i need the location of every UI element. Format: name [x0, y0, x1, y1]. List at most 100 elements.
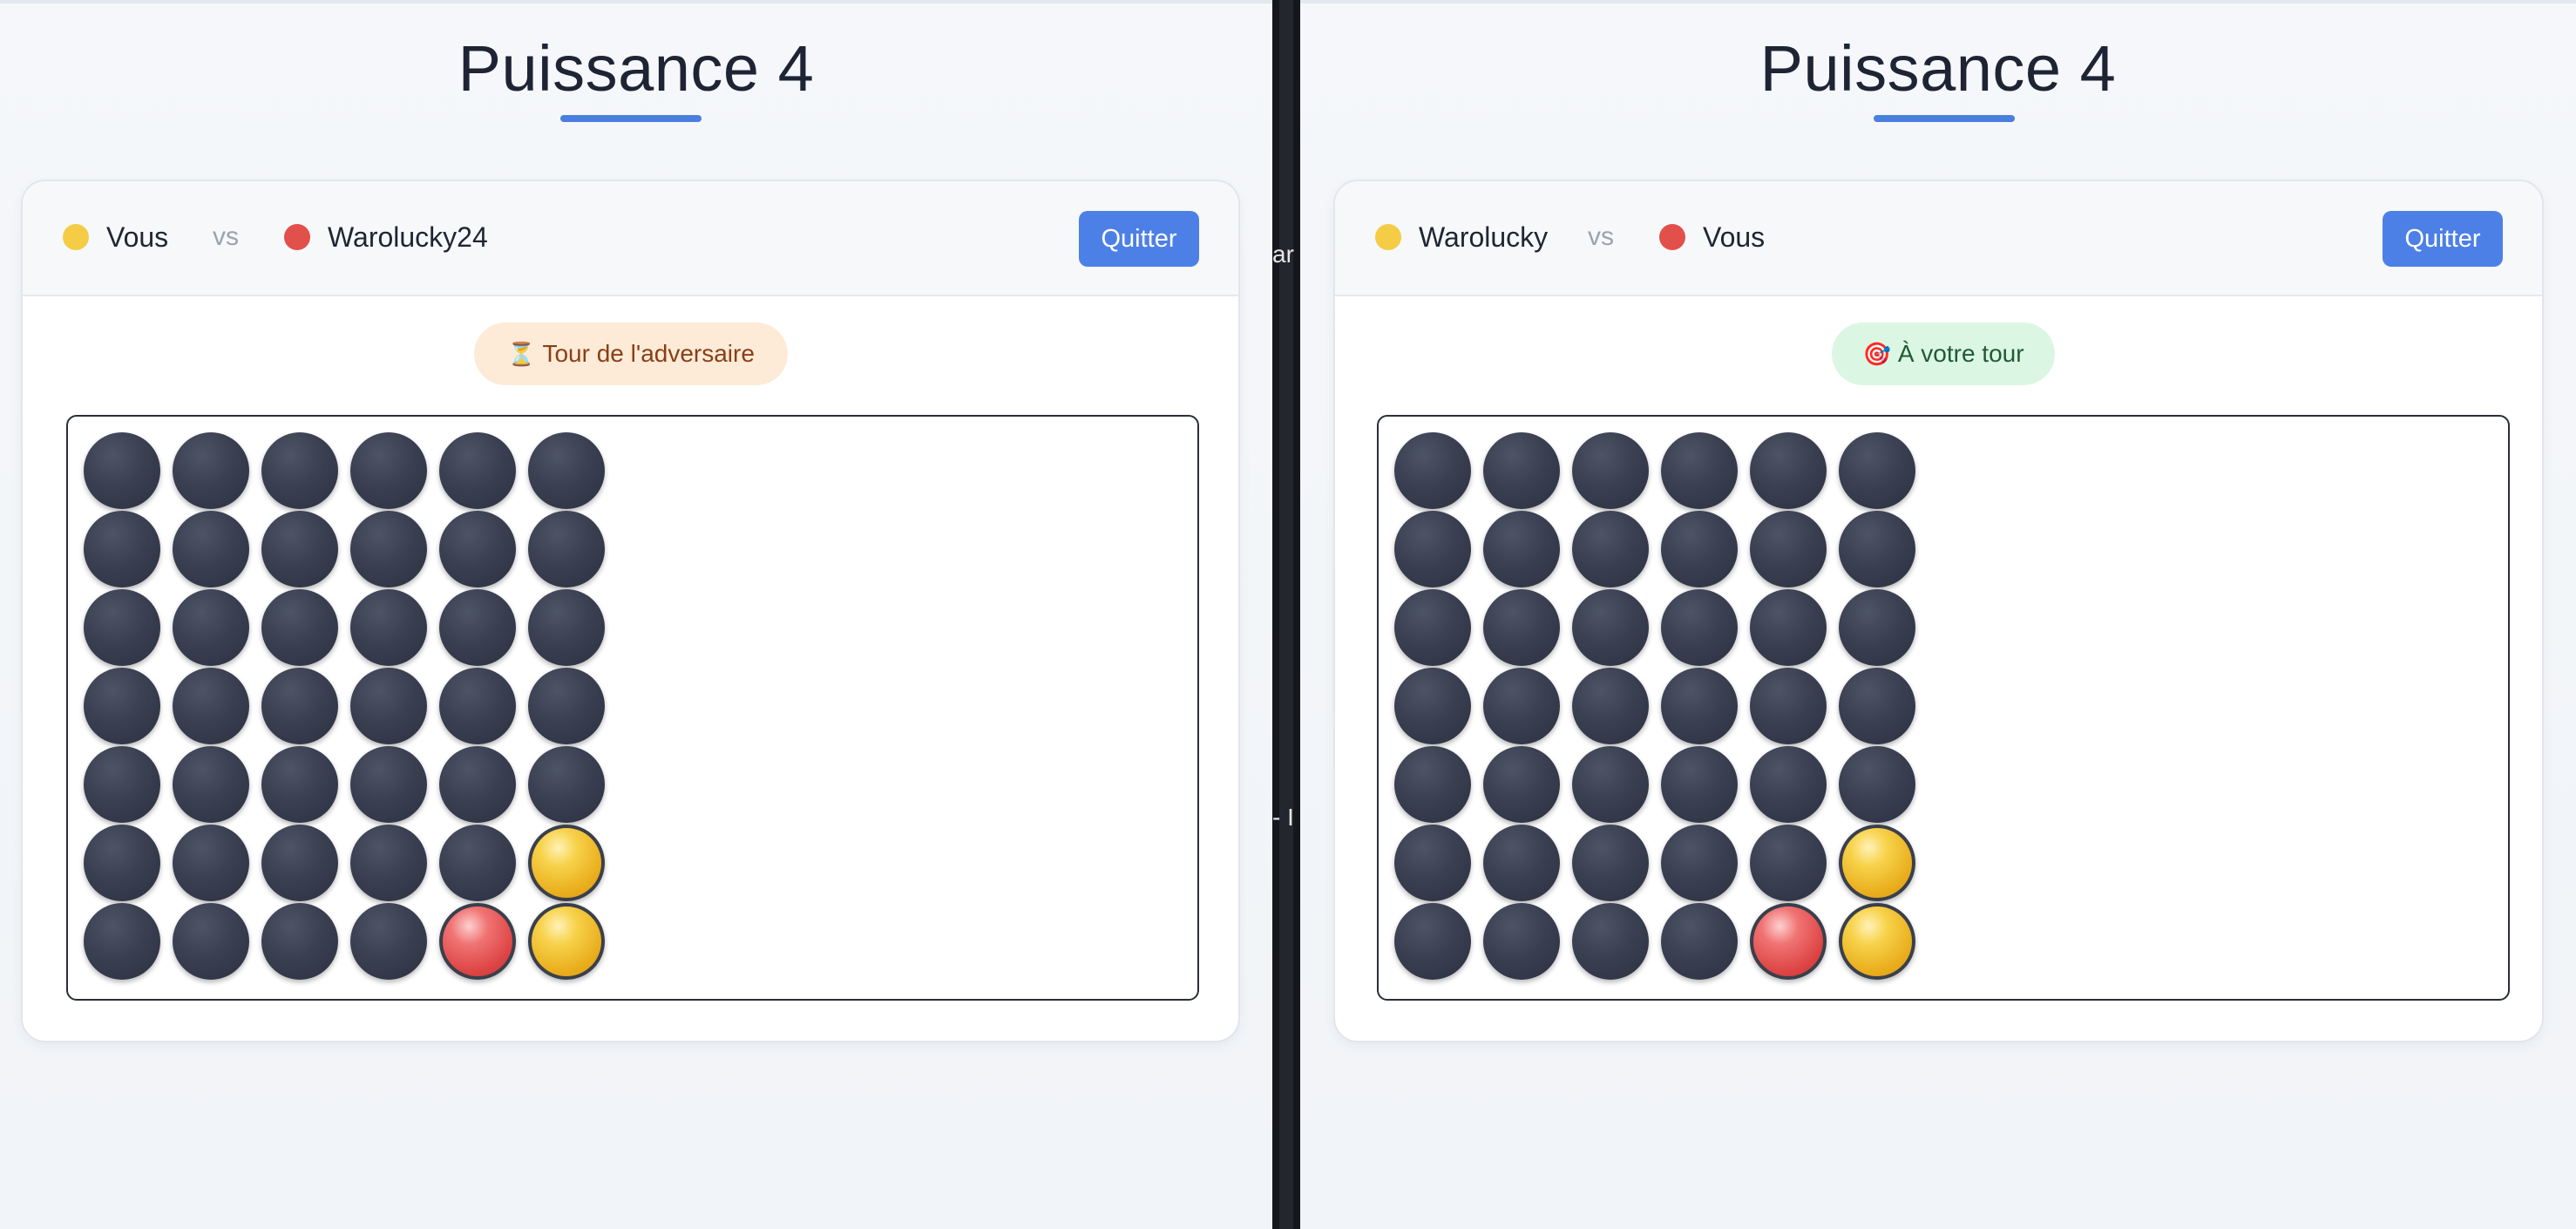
board-cell-empty[interactable] [1483, 746, 1560, 823]
board-cell-empty[interactable] [1750, 589, 1827, 666]
board-cell-empty[interactable] [439, 511, 516, 587]
board-cell-yellow-disc[interactable] [1839, 825, 1915, 901]
title-underline [1874, 115, 2015, 122]
board-cell-empty[interactable] [261, 589, 338, 666]
board-cell-yellow-disc[interactable] [1839, 903, 1915, 980]
board-cell-empty[interactable] [1750, 432, 1827, 509]
board-cell-empty[interactable] [1572, 746, 1649, 823]
board-cell-empty[interactable] [173, 589, 249, 666]
quit-button[interactable]: Quitter [2383, 211, 2503, 267]
board-cell-empty[interactable] [528, 668, 605, 744]
board-cell-empty[interactable] [173, 511, 249, 587]
board-cell-empty[interactable] [1661, 903, 1738, 980]
board-cell-empty[interactable] [350, 511, 427, 587]
board-cell-empty[interactable] [1483, 668, 1560, 744]
board-cell-empty[interactable] [1394, 511, 1471, 587]
board-cell-empty[interactable] [1572, 903, 1649, 980]
board-cell-empty[interactable] [1839, 746, 1915, 823]
board-cell-empty[interactable] [1839, 668, 1915, 744]
board-cell-empty[interactable] [261, 511, 338, 587]
board-cell-empty[interactable] [261, 668, 338, 744]
board-cell-empty[interactable] [350, 825, 427, 901]
board-cell-empty[interactable] [439, 746, 516, 823]
board-cell-empty[interactable] [1394, 668, 1471, 744]
board-cell-empty[interactable] [84, 589, 160, 666]
board-cell-empty[interactable] [1661, 589, 1738, 666]
board-cell-empty[interactable] [261, 432, 338, 509]
board-cell-empty[interactable] [1661, 432, 1738, 509]
yellow-disc-icon [63, 224, 89, 250]
board-cell-yellow-disc[interactable] [528, 903, 605, 980]
board-cell-empty[interactable] [173, 903, 249, 980]
game-board[interactable] [1377, 415, 2510, 1001]
board-cell-empty[interactable] [1572, 668, 1649, 744]
board-cell-empty[interactable] [528, 511, 605, 587]
board-cell-empty[interactable] [84, 511, 160, 587]
board-cell-empty[interactable] [1572, 511, 1649, 587]
board-cell-empty[interactable] [1394, 432, 1471, 509]
board-cell-empty[interactable] [1750, 825, 1827, 901]
board-cell-empty[interactable] [1839, 432, 1915, 509]
board-cell-red-disc[interactable] [439, 903, 516, 980]
board-cell-empty[interactable] [439, 589, 516, 666]
board-cell-empty[interactable] [261, 825, 338, 901]
top-border [0, 0, 1272, 3]
board-cell-empty[interactable] [528, 589, 605, 666]
board-cell-empty[interactable] [1572, 825, 1649, 901]
board-cell-empty[interactable] [1750, 511, 1827, 587]
turn-status-text: À votre tour [1897, 340, 2024, 367]
board-cell-empty[interactable] [350, 432, 427, 509]
board-cell-empty[interactable] [84, 746, 160, 823]
board-cell-empty[interactable] [1661, 511, 1738, 587]
board-cell-empty[interactable] [350, 589, 427, 666]
board-cell-red-disc[interactable] [1750, 903, 1827, 980]
board-cell-empty[interactable] [528, 432, 605, 509]
board-cell-empty[interactable] [1839, 589, 1915, 666]
board-cell-empty[interactable] [528, 746, 605, 823]
versus-label: vs [1588, 222, 1614, 251]
board-cell-empty[interactable] [439, 668, 516, 744]
board-cell-empty[interactable] [350, 668, 427, 744]
board-cell-empty[interactable] [1483, 432, 1560, 509]
quit-button[interactable]: Quitter [1079, 211, 1199, 267]
turn-status-badge: 🎯 À votre tour [1832, 323, 2055, 385]
title-underline [560, 115, 702, 122]
board-cell-empty[interactable] [261, 746, 338, 823]
board-cell-empty[interactable] [1750, 668, 1827, 744]
board-cell-empty[interactable] [84, 825, 160, 901]
board-cell-empty[interactable] [1483, 825, 1560, 901]
game-board[interactable] [66, 415, 1199, 1001]
top-border [1300, 0, 2576, 3]
board-cell-empty[interactable] [1572, 589, 1649, 666]
board-cell-yellow-disc[interactable] [528, 825, 605, 901]
board-cell-empty[interactable] [1661, 746, 1738, 823]
board-cell-empty[interactable] [1394, 589, 1471, 666]
board-cell-empty[interactable] [173, 432, 249, 509]
board-cell-empty[interactable] [1839, 511, 1915, 587]
board-cell-empty[interactable] [261, 903, 338, 980]
board-cell-empty[interactable] [84, 432, 160, 509]
board-cell-empty[interactable] [1394, 903, 1471, 980]
board-cell-empty[interactable] [173, 668, 249, 744]
board-cell-empty[interactable] [1661, 825, 1738, 901]
board-cell-empty[interactable] [1661, 668, 1738, 744]
board-cell-empty[interactable] [173, 746, 249, 823]
board-cell-empty[interactable] [1394, 746, 1471, 823]
board-cell-empty[interactable] [1750, 746, 1827, 823]
board-cell-empty[interactable] [439, 432, 516, 509]
background-text-fragment: - I [1272, 804, 1294, 831]
board-cell-empty[interactable] [1572, 432, 1649, 509]
hourglass-icon: ⏳ [507, 340, 536, 367]
board-cell-empty[interactable] [173, 825, 249, 901]
board-cell-empty[interactable] [1394, 825, 1471, 901]
player-two: Warolucky24 [284, 220, 488, 255]
board-cell-empty[interactable] [84, 668, 160, 744]
board-cell-empty[interactable] [1483, 903, 1560, 980]
board-cell-empty[interactable] [1483, 589, 1560, 666]
board-cell-empty[interactable] [350, 746, 427, 823]
board-cell-empty[interactable] [84, 903, 160, 980]
board-cell-empty[interactable] [350, 903, 427, 980]
board-cell-empty[interactable] [1483, 511, 1560, 587]
turn-status-text: Tour de l'adversaire [542, 340, 755, 367]
board-cell-empty[interactable] [439, 825, 516, 901]
